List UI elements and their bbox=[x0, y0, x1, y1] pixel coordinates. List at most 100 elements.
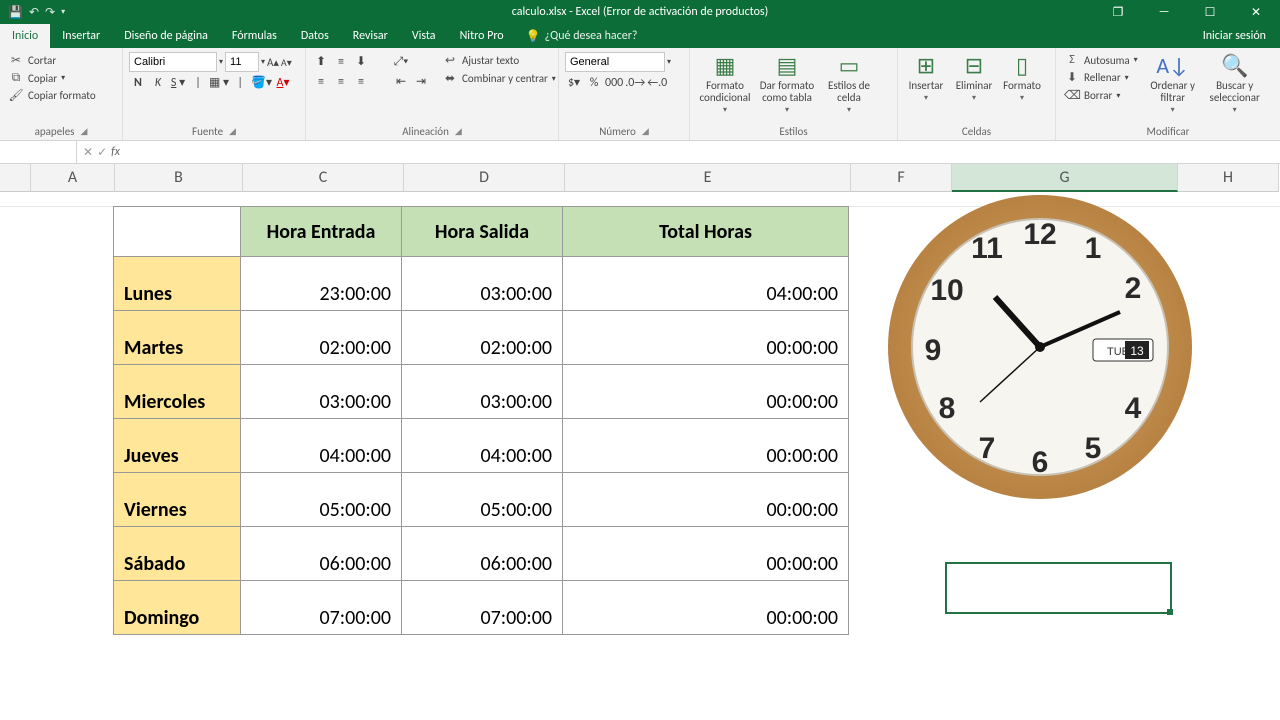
sort-filter-button[interactable]: A↓Ordenar y filtrar▾ bbox=[1144, 50, 1202, 124]
cell-in[interactable]: 05:00:00 bbox=[241, 473, 402, 527]
fill-color-button[interactable]: 🪣▾ bbox=[251, 75, 272, 90]
tab-nitro[interactable]: Nitro Pro bbox=[448, 24, 516, 48]
cell-total[interactable]: 00:00:00 bbox=[563, 527, 849, 581]
active-cell[interactable] bbox=[945, 562, 1172, 614]
dialog-launcher-icon[interactable]: ◢ bbox=[229, 126, 236, 137]
delete-cells-button[interactable]: ⊟Eliminar▾ bbox=[952, 50, 996, 124]
select-all-corner[interactable] bbox=[0, 164, 31, 192]
dialog-launcher-icon[interactable]: ◢ bbox=[455, 126, 462, 137]
cell-out[interactable]: 03:00:00 bbox=[402, 257, 563, 311]
align-center-icon[interactable]: ≡ bbox=[332, 75, 350, 89]
col-header-D[interactable]: D bbox=[404, 164, 565, 192]
autosum-button[interactable]: ΣAutosuma ▾ bbox=[1062, 52, 1140, 68]
cell-in[interactable]: 06:00:00 bbox=[241, 527, 402, 581]
col-header-C[interactable]: C bbox=[243, 164, 404, 192]
font-color-button[interactable]: A▾ bbox=[274, 75, 292, 90]
format-painter-button[interactable]: 🖌Copiar formato bbox=[6, 87, 98, 104]
sign-in[interactable]: Iniciar sesión bbox=[1189, 24, 1280, 48]
align-left-icon[interactable]: ≡ bbox=[312, 75, 330, 89]
align-right-icon[interactable]: ≡ bbox=[352, 75, 370, 89]
tab-revisar[interactable]: Revisar bbox=[341, 24, 400, 48]
col-header-B[interactable]: B bbox=[115, 164, 243, 192]
name-box[interactable] bbox=[0, 141, 77, 163]
number-format-select[interactable] bbox=[565, 52, 665, 72]
save-icon[interactable]: 💾 bbox=[8, 5, 23, 20]
font-name-input[interactable] bbox=[129, 52, 217, 72]
cell-day[interactable]: Domingo bbox=[114, 581, 241, 635]
col-header-H[interactable]: H bbox=[1178, 164, 1279, 192]
cell-day[interactable]: Viernes bbox=[114, 473, 241, 527]
cell-total[interactable]: 00:00:00 bbox=[563, 419, 849, 473]
cell-day[interactable]: Lunes bbox=[114, 257, 241, 311]
cell-in[interactable]: 03:00:00 bbox=[241, 365, 402, 419]
clock-image[interactable]: 1212 678 91011 54 TUE 13 bbox=[885, 192, 1195, 502]
merge-center-button[interactable]: ⬌Combinar y centrar ▾ bbox=[440, 70, 558, 87]
dialog-launcher-icon[interactable]: ◢ bbox=[80, 126, 87, 137]
cell-out[interactable]: 07:00:00 bbox=[402, 581, 563, 635]
enter-formula-icon[interactable]: ✓ bbox=[97, 145, 107, 160]
col-header-A[interactable]: A bbox=[31, 164, 115, 192]
tab-vista[interactable]: Vista bbox=[400, 24, 448, 48]
cell-day[interactable]: Jueves bbox=[114, 419, 241, 473]
italic-button[interactable]: K bbox=[149, 76, 167, 90]
format-cells-button[interactable]: ▯Formato▾ bbox=[1000, 50, 1044, 124]
cell-out[interactable]: 05:00:00 bbox=[402, 473, 563, 527]
fx-icon[interactable]: fx bbox=[111, 145, 120, 159]
cell-day[interactable]: Sábado bbox=[114, 527, 241, 581]
decrease-indent-icon[interactable]: ⇤ bbox=[392, 74, 410, 89]
maximize-icon[interactable]: ☐ bbox=[1188, 5, 1232, 20]
cell-out[interactable]: 03:00:00 bbox=[402, 365, 563, 419]
fill-button[interactable]: ⬇Rellenar ▾ bbox=[1062, 69, 1140, 86]
undo-icon[interactable]: ↶ bbox=[29, 5, 39, 20]
cell-out[interactable]: 04:00:00 bbox=[402, 419, 563, 473]
col-header-G[interactable]: G bbox=[952, 164, 1178, 192]
header-total[interactable]: Total Horas bbox=[563, 207, 849, 257]
copy-button[interactable]: ⧉Copiar ▾ bbox=[6, 70, 98, 86]
close-icon[interactable]: ✕ bbox=[1234, 5, 1278, 20]
minimize-icon[interactable]: — bbox=[1142, 5, 1186, 20]
cell-in[interactable]: 04:00:00 bbox=[241, 419, 402, 473]
cell-day[interactable]: Martes bbox=[114, 311, 241, 365]
conditional-formatting-button[interactable]: ▦Formato condicional▾ bbox=[696, 50, 754, 124]
increase-decimal-icon[interactable]: .0→ bbox=[625, 76, 645, 90]
align-top-icon[interactable]: ⬆ bbox=[312, 54, 330, 69]
dialog-launcher-icon[interactable]: ◢ bbox=[642, 126, 649, 137]
cell-out[interactable]: 02:00:00 bbox=[402, 311, 563, 365]
qat-dropdown-icon[interactable]: ▾ bbox=[61, 7, 65, 17]
cancel-formula-icon[interactable]: ✕ bbox=[83, 145, 93, 160]
tab-formulas[interactable]: Fórmulas bbox=[220, 24, 289, 48]
cell-day[interactable]: Miercoles bbox=[114, 365, 241, 419]
tab-datos[interactable]: Datos bbox=[289, 24, 341, 48]
ribbon-display-icon[interactable]: ❐ bbox=[1096, 5, 1140, 20]
decrease-font-icon[interactable]: A▾ bbox=[281, 56, 292, 69]
accounting-format-icon[interactable]: $▾ bbox=[565, 75, 583, 90]
font-size-input[interactable] bbox=[225, 52, 259, 72]
insert-cells-button[interactable]: ⊞Insertar▾ bbox=[904, 50, 948, 124]
cell-total[interactable]: 00:00:00 bbox=[563, 365, 849, 419]
align-middle-icon[interactable]: ≡ bbox=[332, 55, 350, 69]
tab-diseno[interactable]: Diseño de página bbox=[112, 24, 220, 48]
increase-indent-icon[interactable]: ⇥ bbox=[412, 74, 430, 89]
wrap-text-button[interactable]: ↩Ajustar texto bbox=[440, 52, 558, 69]
increase-font-icon[interactable]: A▴ bbox=[267, 56, 279, 69]
spreadsheet-grid[interactable]: ABCDEFGH Hora Entrada Hora Salida Total … bbox=[0, 164, 1280, 720]
cell-in[interactable]: 07:00:00 bbox=[241, 581, 402, 635]
cell-in[interactable]: 02:00:00 bbox=[241, 311, 402, 365]
align-bottom-icon[interactable]: ⬇ bbox=[352, 54, 370, 69]
borders-button[interactable]: ▦ ▾ bbox=[209, 75, 229, 90]
cell-total[interactable]: 04:00:00 bbox=[563, 257, 849, 311]
header-entrada[interactable]: Hora Entrada bbox=[241, 207, 402, 257]
fill-handle[interactable] bbox=[1167, 609, 1173, 615]
tell-me[interactable]: 💡 ¿Qué desea hacer? bbox=[516, 24, 648, 48]
tab-insertar[interactable]: Insertar bbox=[50, 24, 112, 48]
col-header-F[interactable]: F bbox=[851, 164, 952, 192]
find-select-button[interactable]: 🔍Buscar y seleccionar▾ bbox=[1206, 50, 1264, 124]
bold-button[interactable]: N bbox=[129, 76, 147, 90]
cut-button[interactable]: ✂Cortar bbox=[6, 52, 98, 69]
header-blank[interactable] bbox=[114, 207, 241, 257]
decrease-decimal-icon[interactable]: ←.0 bbox=[647, 76, 667, 90]
tab-inicio[interactable]: Inicio bbox=[0, 24, 50, 48]
cell-total[interactable]: 00:00:00 bbox=[563, 473, 849, 527]
cell-styles-button[interactable]: ▭Estilos de celda▾ bbox=[820, 50, 878, 124]
header-salida[interactable]: Hora Salida bbox=[402, 207, 563, 257]
